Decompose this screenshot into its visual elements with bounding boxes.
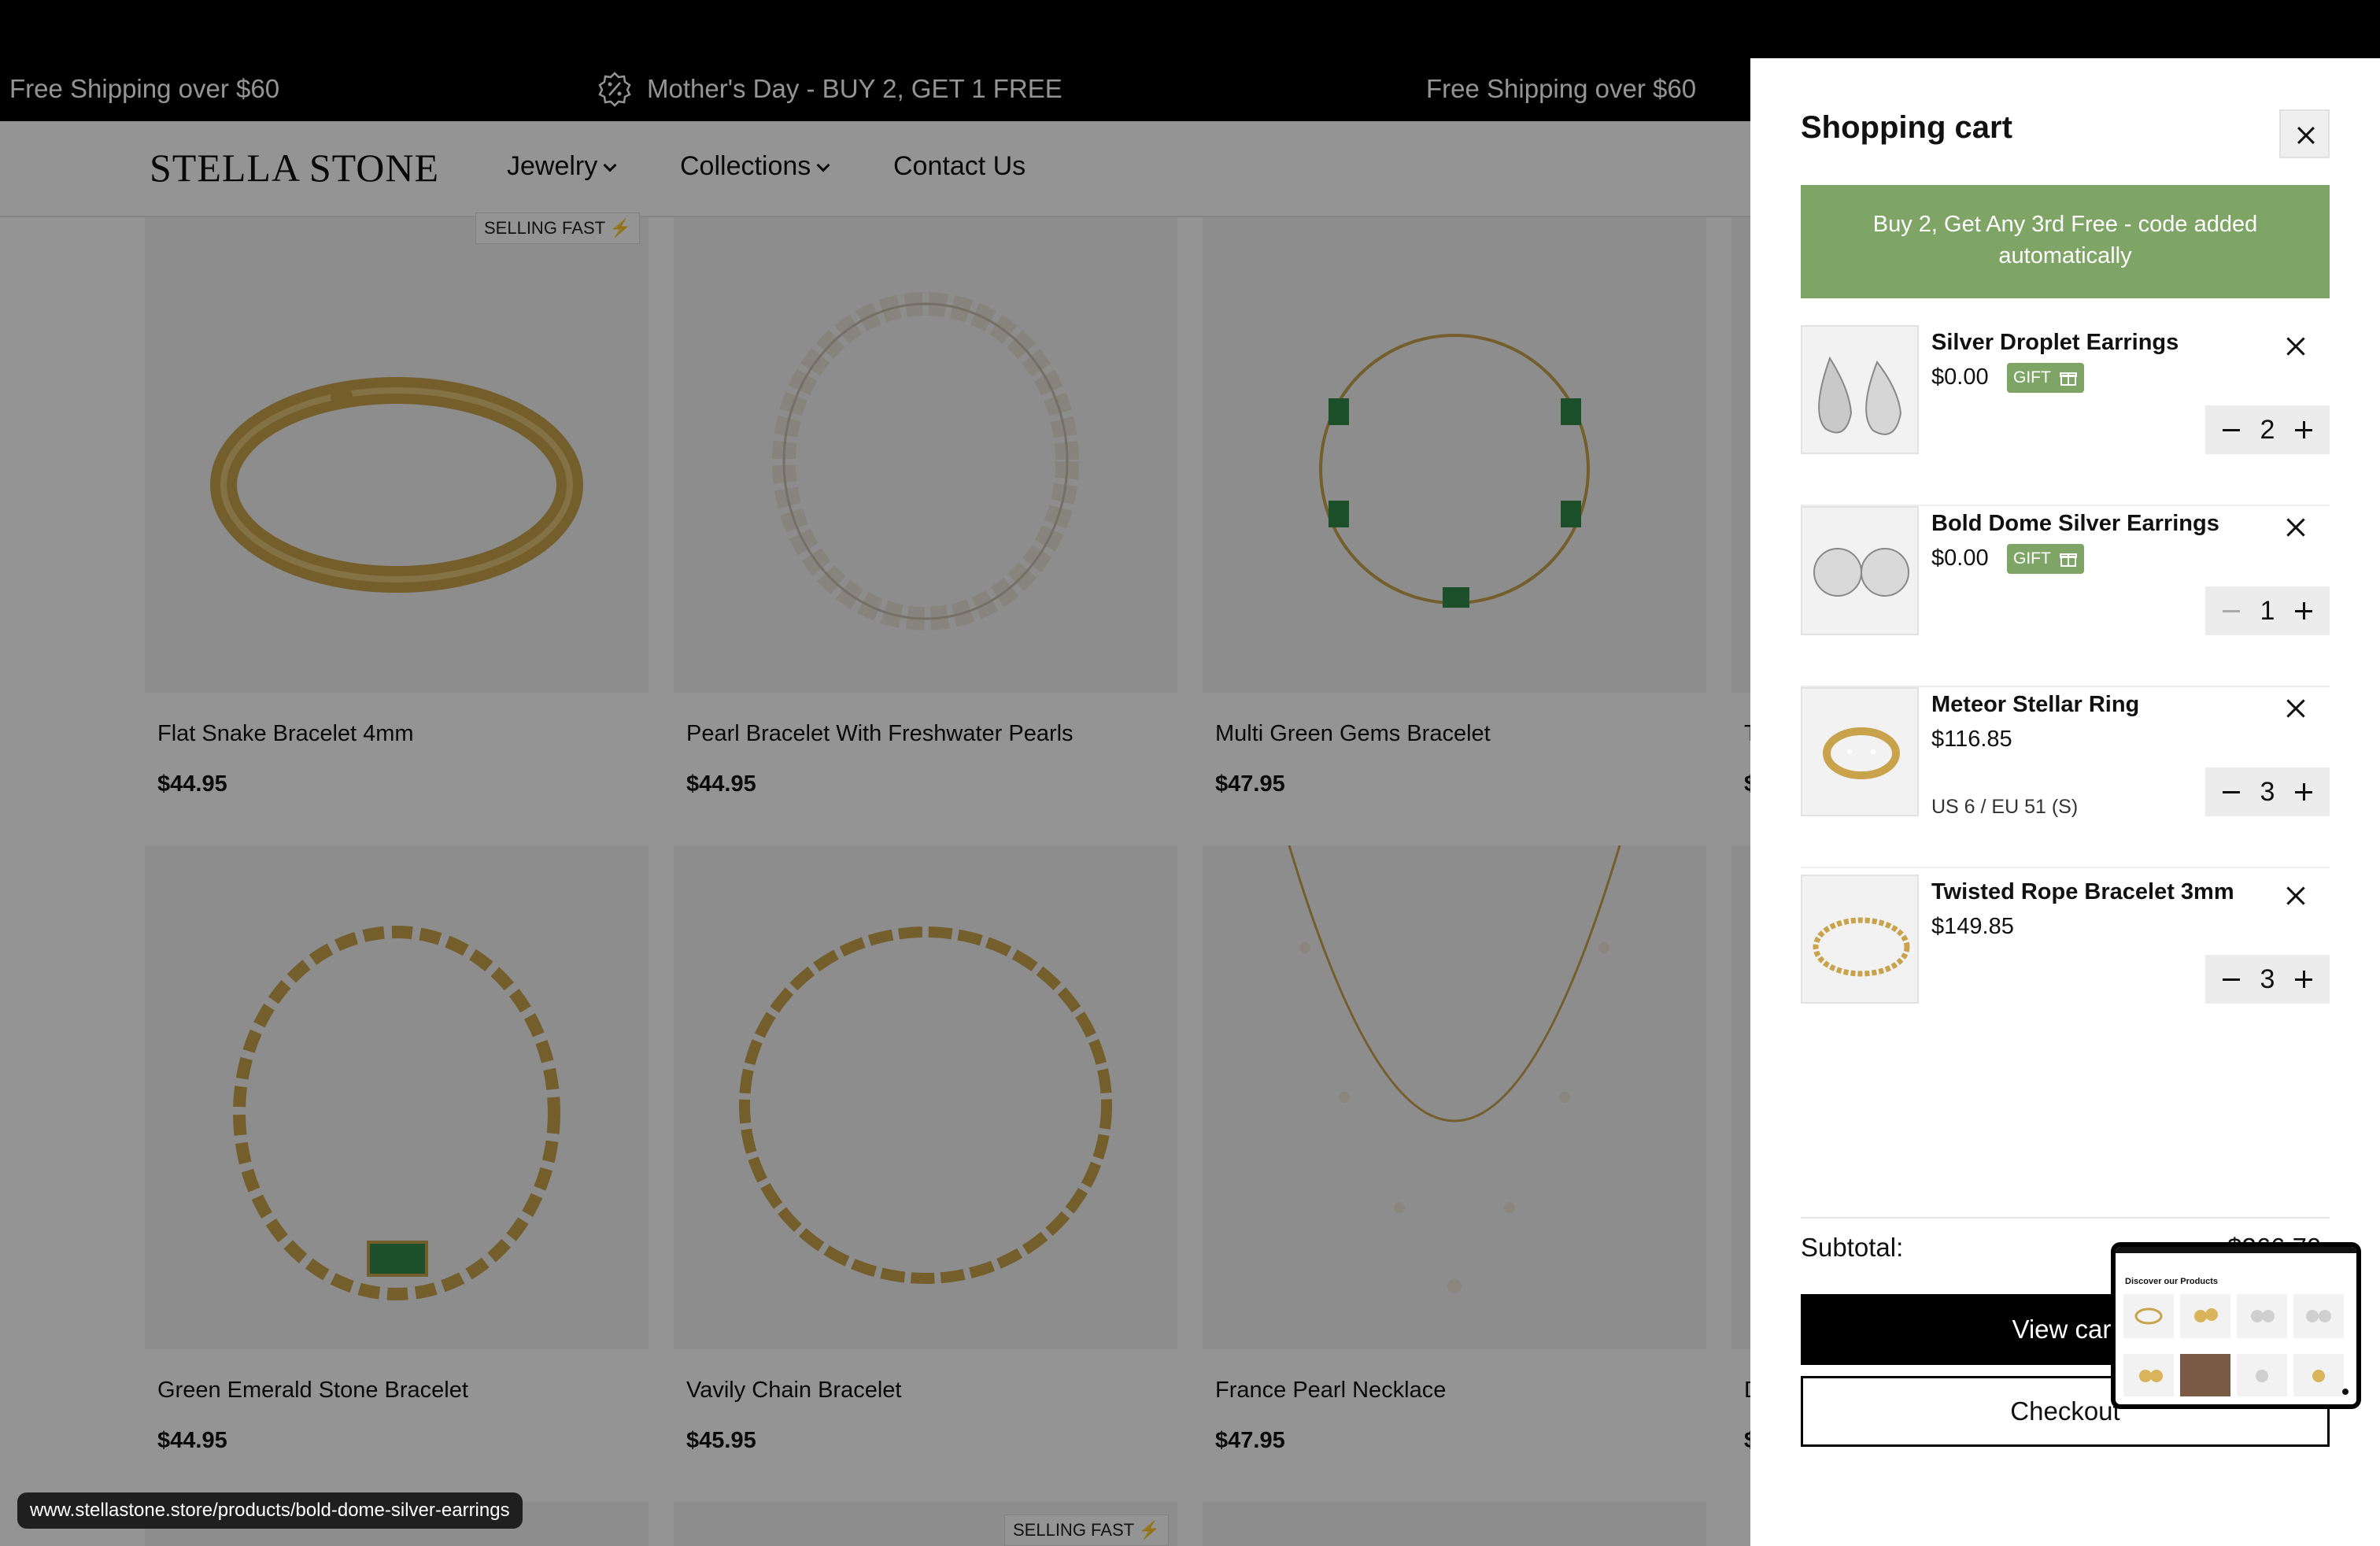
gift-icon: [2059, 553, 2077, 568]
rope-bracelet-image: [1813, 917, 1910, 977]
quantity-stepper: 3: [2205, 955, 2330, 1004]
promo-banner: Buy 2, Get Any 3rd Free - code added aut…: [1801, 185, 2330, 298]
increase-quantity-button[interactable]: [2295, 783, 2312, 801]
cart-item: Meteor Stellar Ring $116.85 US 6 / EU 51…: [1801, 687, 2330, 868]
decrease-quantity-button[interactable]: [2223, 978, 2240, 981]
cart-item: Silver Droplet Earrings $0.00 GIFT 2: [1801, 325, 2330, 506]
increase-quantity-button[interactable]: [2295, 602, 2312, 620]
cart-item-price: $0.00: [1931, 546, 1989, 571]
preview-product-grid: [2123, 1294, 2344, 1396]
cart-item-price: $149.85: [1931, 914, 2014, 939]
close-cart-button[interactable]: [2279, 109, 2330, 158]
gift-badge: GIFT: [2007, 544, 2084, 574]
ring-image: [1823, 727, 1900, 779]
gift-label: GIFT: [2013, 368, 2051, 386]
quantity-stepper: 2: [2205, 405, 2330, 454]
quantity-value[interactable]: 3: [2254, 777, 2281, 808]
subtotal-label: Subtotal:: [1801, 1233, 1904, 1262]
remove-item-button[interactable]: [2284, 335, 2308, 358]
quantity-stepper: 3: [2205, 767, 2330, 816]
cart-item-price: $116.85: [1931, 727, 2012, 752]
quantity-value[interactable]: 1: [2254, 596, 2281, 627]
link-status-url: www.stellastone.store/products/bold-dome…: [17, 1492, 523, 1529]
remove-item-button[interactable]: [2284, 884, 2308, 908]
cart-item-image[interactable]: [1801, 325, 1919, 454]
preview-heading: Discover our Products: [2125, 1277, 2218, 1286]
decrease-quantity-button[interactable]: [2223, 791, 2240, 793]
cart-item: Twisted Rope Bracelet 3mm $149.85 3: [1801, 875, 2330, 1056]
cart-item-variant: US 6 / EU 51 (S): [1931, 796, 2079, 818]
quantity-value[interactable]: 3: [2254, 964, 2281, 995]
preview-topbar: [2116, 1247, 2356, 1253]
gift-icon: [2059, 372, 2077, 386]
remove-item-button[interactable]: [2284, 697, 2308, 720]
remove-item-button[interactable]: [2284, 516, 2308, 539]
decrease-quantity-button[interactable]: [2223, 429, 2240, 431]
cart-title: Shopping cart: [1801, 110, 2012, 145]
browser-top-strip: [0, 0, 2380, 58]
gift-badge: GIFT: [2007, 363, 2084, 393]
quantity-stepper: 1: [2205, 586, 2330, 635]
preview-indicator: [2342, 1389, 2349, 1395]
increase-quantity-button[interactable]: [2295, 971, 2312, 988]
cart-item-name[interactable]: Meteor Stellar Ring: [1931, 692, 2139, 718]
dome-earrings-image: [1813, 548, 1909, 597]
increase-quantity-button[interactable]: [2295, 421, 2312, 438]
cart-item: Bold Dome Silver Earrings $0.00 GIFT 1: [1801, 506, 2330, 687]
decrease-quantity-button[interactable]: [2223, 610, 2240, 612]
cart-item-price: $0.00: [1931, 364, 1989, 390]
cart-item-image[interactable]: [1801, 687, 1919, 816]
screenshot-preview-thumbnail[interactable]: Discover our Products: [2111, 1242, 2361, 1409]
page-dim-overlay[interactable]: [0, 58, 1750, 1546]
droplet-earrings-image: [1818, 356, 1902, 435]
preview-screen: Discover our Products: [2116, 1247, 2356, 1404]
subtotal-divider: [1801, 1217, 2330, 1219]
cart-item-image[interactable]: [1801, 506, 1919, 635]
cart-item-name[interactable]: Silver Droplet Earrings: [1931, 330, 2179, 356]
close-icon: [2295, 124, 2317, 146]
quantity-value[interactable]: 2: [2254, 415, 2281, 446]
cart-item-name[interactable]: Bold Dome Silver Earrings: [1931, 511, 2219, 537]
cart-item-name[interactable]: Twisted Rope Bracelet 3mm: [1931, 879, 2234, 905]
cart-item-image[interactable]: [1801, 875, 1919, 1004]
gift-label: GIFT: [2013, 549, 2051, 568]
